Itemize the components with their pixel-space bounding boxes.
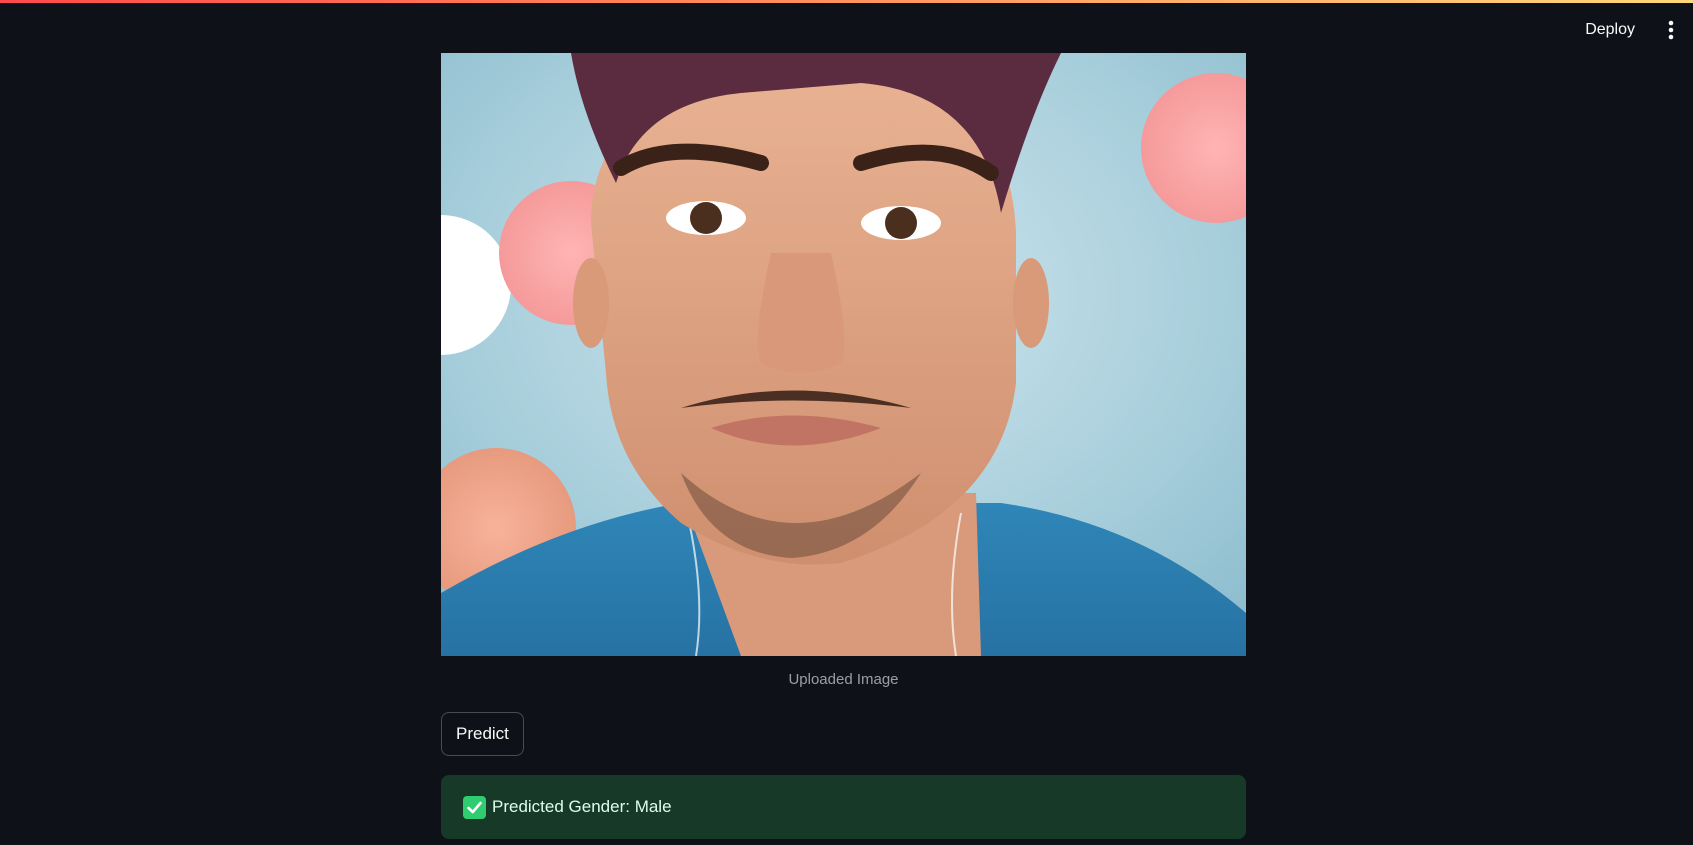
deploy-button[interactable]: Deploy [1567, 15, 1653, 45]
main-menu-button[interactable] [1659, 17, 1683, 43]
prediction-result-text: Predicted Gender: Male [492, 797, 672, 816]
uploaded-image [441, 53, 1246, 656]
main-content: Uploaded Image Predict Predicted Gender:… [441, 53, 1246, 839]
check-mark-icon [463, 795, 486, 819]
app-header: Deploy [0, 3, 1693, 55]
vertical-ellipsis-icon [1668, 20, 1674, 40]
portrait-photo [441, 53, 1246, 656]
image-caption: Uploaded Image [788, 671, 899, 688]
predict-button[interactable]: Predict [441, 712, 524, 756]
success-alert: Predicted Gender: Male [441, 775, 1246, 839]
